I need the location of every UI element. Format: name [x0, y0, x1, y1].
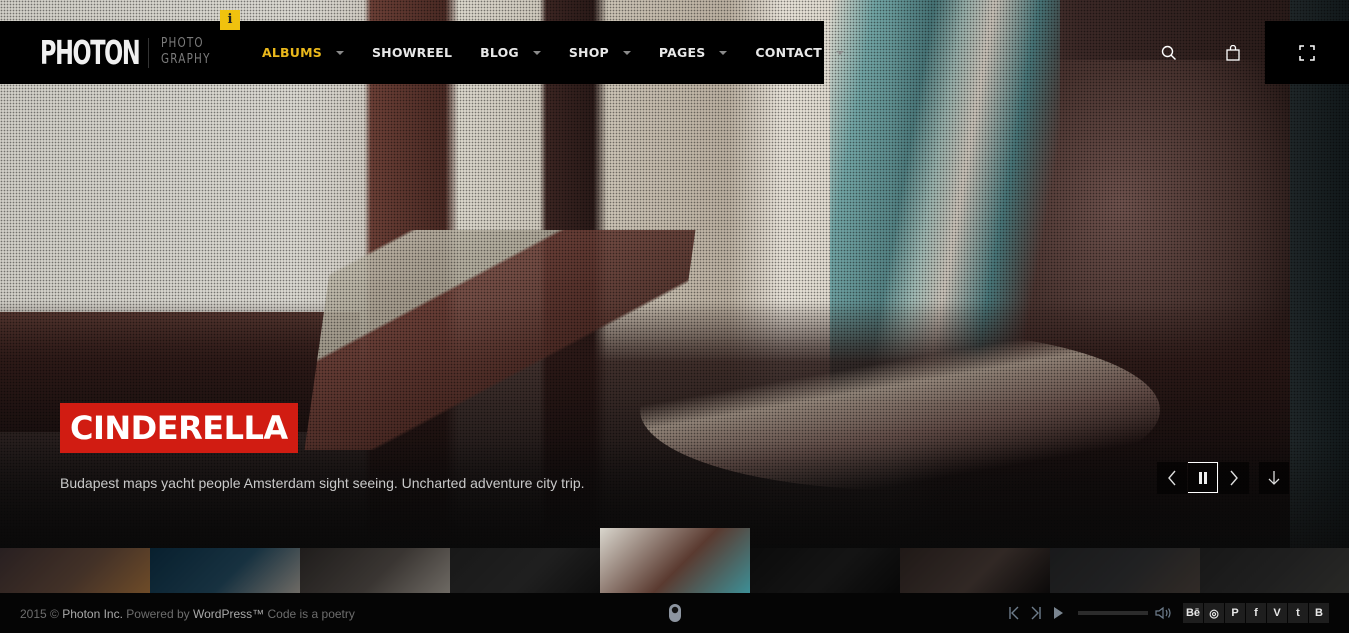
- chevron-down-icon: [335, 50, 344, 55]
- chevron-right-icon: [1230, 470, 1238, 486]
- logo[interactable]: PHOTON PHOTO GRAPHY: [40, 33, 209, 72]
- thumbnail-dim-overlay: [150, 548, 300, 593]
- wordpress-link[interactable]: WordPress™: [193, 607, 264, 621]
- thumbnail-strip: [0, 528, 1349, 593]
- nav-label: ALBUMS: [262, 45, 322, 60]
- behance-icon[interactable]: Bē: [1183, 603, 1203, 623]
- main-nav: ALBUMS SHOWREEL BLOG SHOP PAGES CONTACT: [262, 21, 872, 84]
- skip-back-icon: [1009, 606, 1019, 620]
- chevron-down-icon: [532, 50, 541, 55]
- thumbnail-dim-overlay: [450, 548, 600, 593]
- thumbnail-sunset-sky[interactable]: [0, 548, 150, 593]
- logo-divider: [148, 38, 149, 68]
- slide-title-text: CINDERELLA: [70, 409, 288, 447]
- volume-button[interactable]: [1154, 603, 1174, 623]
- nav-item-pages[interactable]: PAGES: [659, 45, 728, 60]
- search-icon: [1161, 45, 1176, 60]
- slide-prev-button[interactable]: [1157, 462, 1187, 494]
- thumbnail-dark-architecture[interactable]: [750, 548, 900, 593]
- fullscreen-button[interactable]: [1265, 21, 1349, 84]
- nav-item-shop[interactable]: SHOP: [569, 45, 631, 60]
- nav-item-contact[interactable]: CONTACT: [755, 45, 845, 60]
- thumbnail-dim-overlay: [1200, 548, 1349, 593]
- play-button[interactable]: [1048, 603, 1068, 623]
- nav-item-albums[interactable]: ALBUMS: [262, 45, 344, 60]
- nav-item-blog[interactable]: BLOG: [480, 45, 541, 60]
- fullscreen-icon: [1299, 44, 1315, 61]
- thumbnail-dim-overlay: [0, 548, 150, 593]
- skip-forward-button[interactable]: [1026, 603, 1046, 623]
- thumbnail-photographer[interactable]: [1050, 548, 1200, 593]
- shopping-bag-icon: [1226, 45, 1240, 61]
- arrow-down-icon: [1268, 471, 1280, 485]
- logo-wordmark: PHOTON: [40, 33, 141, 72]
- nav-label: BLOG: [480, 45, 519, 60]
- thumbnail-dim-overlay: [300, 548, 450, 593]
- thumbnail-coastal-town[interactable]: [1200, 548, 1349, 593]
- thumbnail-woman-in-lace[interactable]: [900, 548, 1050, 593]
- logo-tagline-line2: GRAPHY: [161, 52, 211, 67]
- nav-label: SHOWREEL: [371, 45, 453, 60]
- chevron-down-icon: [719, 50, 728, 55]
- thumbnail-rooftop-silhouette[interactable]: [450, 548, 600, 593]
- twitter-icon[interactable]: t: [1288, 603, 1308, 623]
- cart-button[interactable]: [1217, 37, 1249, 69]
- logo-tagline: PHOTO GRAPHY: [161, 36, 225, 68]
- slide-description: Budapest maps yacht people Amsterdam sig…: [60, 475, 585, 491]
- pause-icon: [1198, 471, 1207, 484]
- footer-tagline: Code is a poetry: [267, 607, 355, 621]
- slide-pause-button[interactable]: [1188, 462, 1218, 493]
- copyright-text: 2015 © Photon Inc. Powered by WordPress™…: [20, 607, 355, 621]
- info-badge-icon[interactable]: i: [220, 10, 240, 30]
- thumbnail-ferris-wheel[interactable]: [150, 548, 300, 593]
- social-links: Bē ◎ Pf Vt B: [1183, 603, 1330, 623]
- nav-label: CONTACT: [755, 45, 823, 60]
- thumbnail-dim-overlay: [1050, 548, 1200, 593]
- nav-item-showreel[interactable]: SHOWREEL: [372, 45, 452, 60]
- logo-tagline-line1: PHOTO: [161, 36, 204, 51]
- play-icon: [1054, 607, 1063, 619]
- thumbnail-dim-overlay: [900, 548, 1050, 593]
- vimeo-icon[interactable]: V: [1267, 603, 1287, 623]
- footer: 2015 © Photon Inc. Powered by WordPress™…: [0, 593, 1349, 633]
- copyright-year: 2015 ©: [20, 607, 59, 621]
- pinterest-icon[interactable]: P: [1225, 603, 1245, 623]
- skip-back-button[interactable]: [1004, 603, 1024, 623]
- search-button[interactable]: [1153, 37, 1185, 69]
- company-link[interactable]: Photon Inc.: [62, 607, 123, 621]
- slide-next-button[interactable]: [1219, 462, 1249, 494]
- volume-icon: [1155, 606, 1171, 620]
- audio-player: [1004, 603, 1176, 623]
- blogger-icon[interactable]: B: [1309, 603, 1329, 623]
- chevron-down-icon: [622, 50, 631, 55]
- nav-label: SHOP: [568, 45, 609, 60]
- scroll-down-button[interactable]: [1259, 462, 1289, 494]
- powered-by-text: Powered by: [126, 607, 190, 621]
- thumbnail-dining-chairs[interactable]: [300, 548, 450, 593]
- skip-forward-icon: [1031, 606, 1041, 620]
- chevron-left-icon: [1168, 470, 1176, 486]
- thumbnail-woman-reading-by-window[interactable]: [600, 528, 750, 593]
- dribbble-icon[interactable]: ◎: [1204, 603, 1224, 623]
- chevron-down-icon: [836, 50, 845, 55]
- facebook-icon[interactable]: f: [1246, 603, 1266, 623]
- mouse-icon[interactable]: [668, 603, 682, 623]
- nav-label: PAGES: [658, 45, 706, 60]
- thumbnail-dim-overlay: [750, 548, 900, 593]
- slide-title: CINDERELLA: [60, 403, 298, 453]
- volume-slider[interactable]: [1078, 611, 1148, 615]
